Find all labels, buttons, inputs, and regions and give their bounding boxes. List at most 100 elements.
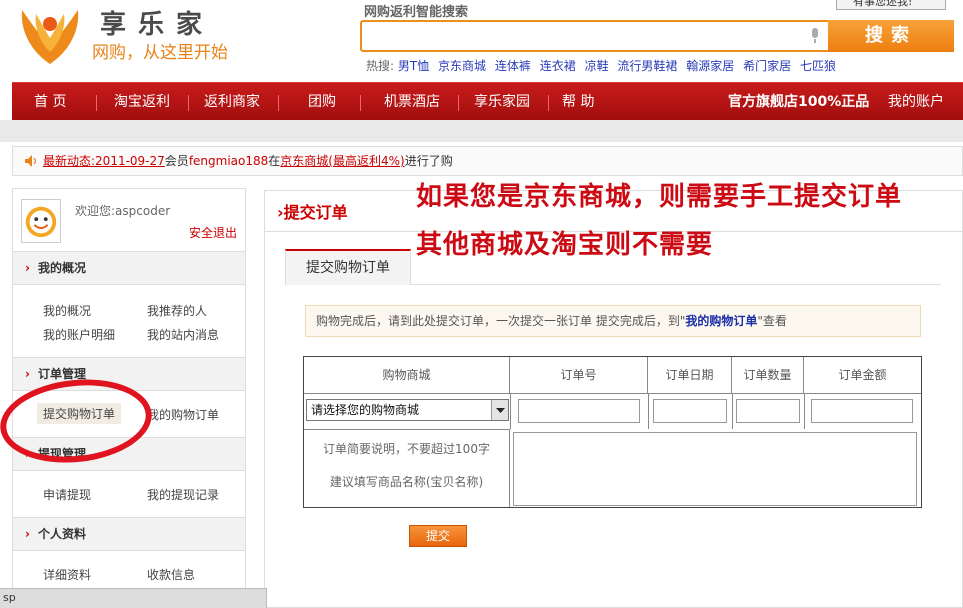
hot-keyword[interactable]: 连体裤 xyxy=(495,59,531,73)
news-mid: 在 xyxy=(268,154,281,168)
search-title: 网购返利智能搜索 xyxy=(364,5,469,20)
hot-keyword[interactable]: 希门家居 xyxy=(743,59,791,73)
order-number-input[interactable] xyxy=(518,399,640,423)
sidebar-link-messages[interactable]: 我的站内消息 xyxy=(147,326,219,343)
column-header-amount: 订单金额 xyxy=(838,368,887,382)
divider xyxy=(411,284,941,285)
user-box: 欢迎您:aspcoder 安全退出 xyxy=(13,189,245,251)
description-hint-2: 建议填写商品名称(宝贝名称) xyxy=(329,475,484,489)
description-label: 订单简要说明，不要超过100字 建议填写商品名称(宝贝名称) xyxy=(304,429,510,507)
sidebar-link-profile-details[interactable]: 详细资料 xyxy=(43,566,91,583)
hot-keyword[interactable]: 凉鞋 xyxy=(585,59,609,73)
sidebar-link-overview[interactable]: 我的概况 xyxy=(43,302,91,319)
avatar xyxy=(21,199,61,243)
tip-my-orders-link[interactable]: 我的购物订单 xyxy=(685,314,757,328)
nav-item-taobao-rebate[interactable]: 淘宝返利 xyxy=(114,83,170,121)
microphone-icon[interactable] xyxy=(810,28,820,44)
sidebar-link-referrals[interactable]: 我推荐的人 xyxy=(147,302,207,319)
sidebar-link-my-orders[interactable]: 我的购物订单 xyxy=(147,406,219,423)
sidebar-link-apply-withdraw[interactable]: 申请提现 xyxy=(43,486,91,503)
overlay-note-line1: 如果您是京东商城，则需要手工提交订单 xyxy=(416,182,903,212)
chevron-down-icon[interactable] xyxy=(491,400,508,420)
news-ticker: 最新动态:2011-09-27会员fengmiao188在京东商城(最高返利4%… xyxy=(12,146,963,176)
hot-label: 热搜: xyxy=(366,59,395,73)
overlay-note-line2: 其他商城及淘宝则不需要 xyxy=(416,230,714,260)
nav-item-help[interactable]: 帮 助 xyxy=(562,83,594,121)
nav-separator xyxy=(360,95,361,111)
sidebar-link-withdraw-history[interactable]: 我的提现记录 xyxy=(147,486,219,503)
hot-search-row: 热搜: 男T恤 京东商城 连体裤 连衣裙 凉鞋 流行男鞋裙 翰源家居 希门家居 … xyxy=(366,57,841,74)
nav-item-home[interactable]: 首 页 xyxy=(34,83,66,121)
column-header-order-date: 订单日期 xyxy=(648,357,732,393)
logo-flame-icon xyxy=(21,10,79,64)
order-form-table: 购物商城 订单号 订单日期 订单数量 订单金额 请选择您的购物商城 订单简要说明… xyxy=(303,356,922,508)
order-date-input[interactable] xyxy=(653,399,727,423)
hot-keyword[interactable]: 七匹狼 xyxy=(800,59,836,73)
nav-item-rebate-merchants[interactable]: 返利商家 xyxy=(204,83,260,121)
hot-keyword[interactable]: 翰源家居 xyxy=(686,59,734,73)
chevron-right-icon: › xyxy=(25,367,30,381)
instruction-tip: 购物完成后，请到此处提交订单，一次提交一张订单 提交完成后，到"我的购物订单"查… xyxy=(305,305,921,337)
logout-link[interactable]: 安全退出 xyxy=(189,224,237,241)
tip-suffix: 查看 xyxy=(762,314,787,328)
page-title: ›提交订单 xyxy=(277,203,348,222)
store-select[interactable]: 请选择您的购物商城 xyxy=(306,399,509,421)
section-title: 个人资料 xyxy=(37,527,86,541)
nav-promo[interactable]: 官方旗舰店100%正品 xyxy=(728,83,869,121)
nav-separator xyxy=(458,95,459,111)
section-title: 我的概况 xyxy=(37,261,86,275)
order-quantity-input[interactable] xyxy=(736,399,800,423)
submit-button[interactable]: 提交 xyxy=(409,525,467,547)
nav-separator xyxy=(278,95,279,111)
search-box: 搜索 xyxy=(360,20,954,52)
news-user: fengmiao188 xyxy=(188,154,269,168)
tab-submit-order[interactable]: 提交购物订单 xyxy=(285,249,411,285)
sidebar-link-payment-info[interactable]: 收款信息 xyxy=(147,566,195,583)
nav-item-my-account[interactable]: 我的账户 xyxy=(888,83,944,121)
cell-border xyxy=(732,393,733,429)
nav-item-group-buy[interactable]: 团购 xyxy=(308,83,336,121)
nav-separator xyxy=(96,95,97,111)
hot-keyword[interactable]: 京东商城 xyxy=(438,59,486,73)
cell-border xyxy=(510,393,511,429)
main-nav: 首 页 淘宝返利 返利商家 团购 机票酒店 享乐家园 帮 助 官方旗舰店100%… xyxy=(12,82,963,120)
column-header-order-no: 订单号 xyxy=(510,357,648,393)
sidebar-link-account-details[interactable]: 我的账户明细 xyxy=(43,326,115,343)
order-amount-input[interactable] xyxy=(811,399,913,423)
logo-name: 享乐家 xyxy=(100,10,215,40)
section-overview: › 我的概况 xyxy=(13,251,245,285)
news-suffix: 进行了购 xyxy=(404,154,453,168)
hot-keyword[interactable]: 男T恤 xyxy=(398,59,429,73)
section-profile: › 个人资料 xyxy=(13,517,245,551)
logo-slogan: 网购，从这里开始 xyxy=(92,43,228,63)
header: 享乐家 网购，从这里开始 网购返利智能搜索 搜索 热搜: 男T恤 京东商城 连体… xyxy=(0,0,963,80)
chevron-right-icon: › xyxy=(25,261,30,275)
hot-keyword[interactable]: 流行男鞋裙 xyxy=(617,59,677,73)
nav-item-community[interactable]: 享乐家园 xyxy=(474,83,530,121)
welcome-text: 欢迎您:aspcoder xyxy=(75,204,171,218)
nav-item-flights-hotels[interactable]: 机票酒店 xyxy=(384,83,440,121)
browser-status-bar: sp xyxy=(0,588,267,608)
search-input[interactable] xyxy=(364,24,824,48)
column-header-store: 购物商城 xyxy=(304,357,510,393)
support-badge[interactable]: 有事您述我! xyxy=(836,0,946,10)
tip-text: 购物完成后，请到此处提交订单，一次提交一张订单 提交完成后，到 xyxy=(316,314,680,328)
news-date[interactable]: 2011-09-27 xyxy=(95,154,165,168)
news-pre-user: 会员 xyxy=(164,154,189,168)
news-store-link[interactable]: 京东商城(最高返利4%) xyxy=(280,154,404,168)
cell-border xyxy=(648,393,649,429)
search-button[interactable]: 搜索 xyxy=(828,20,954,52)
nav-separator xyxy=(188,95,189,111)
description-textarea[interactable] xyxy=(513,432,917,506)
chevron-right-icon: › xyxy=(25,527,30,541)
nav-separator xyxy=(548,95,549,111)
speaker-icon xyxy=(25,155,37,167)
news-label[interactable]: 最新动态: xyxy=(43,154,95,168)
gray-band xyxy=(0,120,963,142)
store-select-value: 请选择您的购物商城 xyxy=(311,403,420,417)
description-hint-1: 订单简要说明，不要超过100字 xyxy=(323,442,490,456)
news-text: 最新动态:2011-09-27会员fengmiao188在京东商城(最高返利4%… xyxy=(43,147,453,175)
hot-keyword[interactable]: 连衣裙 xyxy=(540,59,576,73)
column-header-quantity: 订单数量 xyxy=(732,357,804,393)
chevron-right-icon: › xyxy=(277,203,284,222)
